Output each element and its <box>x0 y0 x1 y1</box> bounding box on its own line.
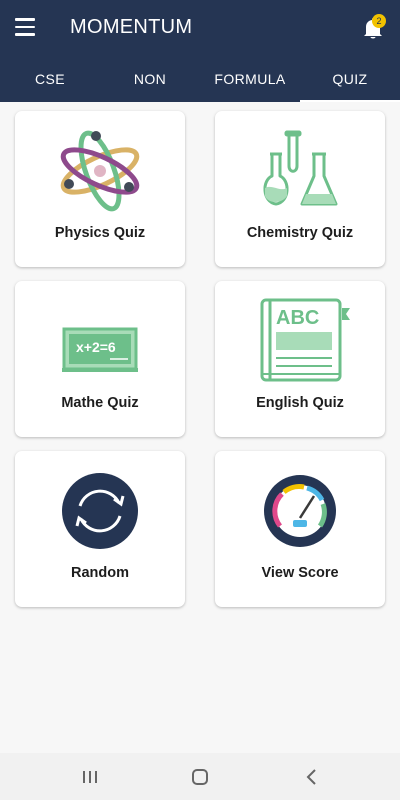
chalkboard-icon: x+2=6 <box>50 296 150 386</box>
tab-cse[interactable]: CSE <box>0 57 100 102</box>
random-card[interactable]: Random <box>15 451 185 607</box>
recent-apps-icon[interactable] <box>75 765 105 789</box>
chemistry-quiz-card[interactable]: Chemistry Quiz <box>215 111 385 267</box>
chemistry-quiz-label: Chemistry Quiz <box>246 225 354 241</box>
app-bar: MOMENTUM 2 <box>0 0 400 57</box>
physics-quiz-card[interactable]: Physics Quiz <box>15 111 185 267</box>
app-title: MOMENTUM <box>70 16 193 38</box>
hamburger-menu-icon[interactable] <box>15 18 39 38</box>
english-quiz-label: English Quiz <box>256 395 344 411</box>
home-icon[interactable] <box>185 765 215 789</box>
tab-bar: CSE NON FORMULA QUIZ <box>0 57 400 102</box>
atom-icon <box>50 126 150 216</box>
flask-icon <box>250 126 350 216</box>
chalkboard-equation: x+2=6 <box>76 339 116 355</box>
view-score-label: View Score <box>261 565 339 581</box>
notification-count-badge: 2 <box>372 14 386 28</box>
back-icon[interactable] <box>297 765 327 789</box>
notification-bell-icon[interactable]: 2 <box>358 14 388 44</box>
tab-quiz[interactable]: QUIZ <box>300 57 400 102</box>
abc-book-icon: ABC <box>250 296 350 386</box>
book-title-text: ABC <box>276 307 319 329</box>
view-score-card[interactable]: View Score <box>215 451 385 607</box>
refresh-icon <box>50 466 150 556</box>
mathe-quiz-card[interactable]: x+2=6 Mathe Quiz <box>15 281 185 437</box>
gauge-icon <box>250 466 350 556</box>
english-quiz-card[interactable]: ABC English Quiz <box>215 281 385 437</box>
system-navigation-bar <box>0 753 400 800</box>
tab-non[interactable]: NON <box>100 57 200 102</box>
random-label: Random <box>71 565 129 581</box>
mathe-quiz-label: Mathe Quiz <box>61 395 139 411</box>
tab-formula[interactable]: FORMULA <box>200 57 300 102</box>
physics-quiz-label: Physics Quiz <box>54 225 146 241</box>
